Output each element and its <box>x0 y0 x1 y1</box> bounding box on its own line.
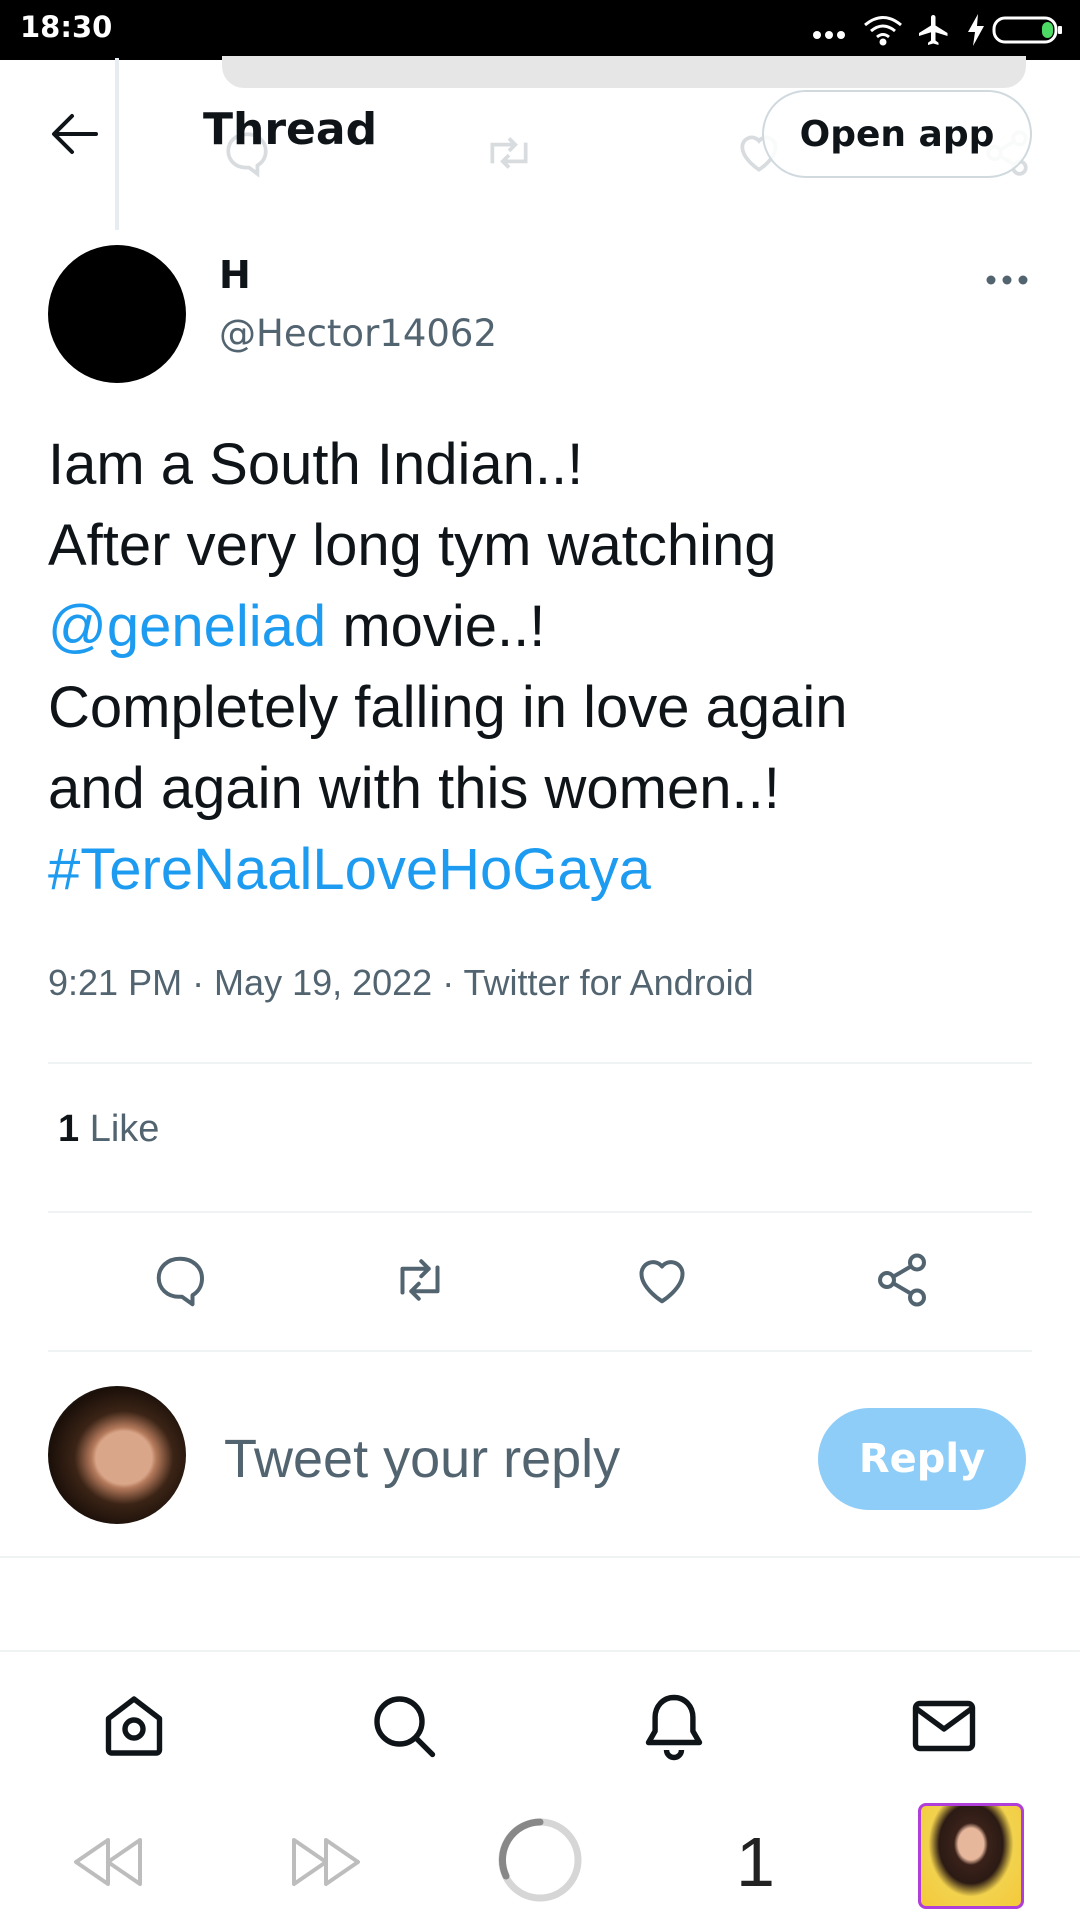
faded-retweet-icon <box>490 137 528 169</box>
tweet-line: Iam a South Indian..! <box>48 432 584 497</box>
search-icon[interactable] <box>368 1690 440 1762</box>
divider <box>48 1211 1032 1213</box>
tweet-text: Iam a South Indian..! After very long ty… <box>48 424 1048 910</box>
page-title: Thread <box>203 104 378 155</box>
arrow-left-icon[interactable] <box>50 112 100 156</box>
home-icon[interactable] <box>98 1690 170 1762</box>
retweet-icon[interactable] <box>390 1250 450 1310</box>
tweet-line: and again with this women..! <box>48 756 780 821</box>
like-count-number: 1 <box>58 1108 80 1150</box>
wifi-icon <box>864 16 902 46</box>
status-time: 18:30 <box>20 10 113 44</box>
more-options-icon[interactable] <box>985 270 1029 290</box>
thread-connector-line <box>115 58 119 230</box>
reply-icon[interactable] <box>150 1250 210 1310</box>
fast-forward-icon[interactable] <box>286 1832 366 1892</box>
rewind-icon[interactable] <box>68 1832 148 1892</box>
reply-input[interactable]: Tweet your reply <box>224 1428 620 1490</box>
tweet-line: @geneliad movie..! <box>48 586 1048 667</box>
airplane-icon <box>919 15 948 45</box>
tab-count[interactable]: 1 <box>736 1822 775 1902</box>
author-avatar[interactable] <box>48 245 186 383</box>
like-icon[interactable] <box>632 1250 692 1310</box>
profile-thumbnail[interactable] <box>918 1803 1024 1909</box>
tweet-timestamp[interactable]: 9:21 PM · May 19, 2022 · Twitter for And… <box>48 962 754 1004</box>
battery-icon <box>992 16 1062 44</box>
previous-tweet-media <box>222 56 1026 88</box>
divider <box>0 1556 1080 1558</box>
tweet-line: Completely falling in love again <box>48 675 848 740</box>
share-icon[interactable] <box>872 1250 932 1310</box>
more-dots-icon <box>813 31 845 39</box>
bottom-nav-border <box>0 1650 1080 1652</box>
divider <box>48 1350 1032 1352</box>
open-app-button[interactable]: Open app <box>762 90 1032 178</box>
messages-icon[interactable] <box>908 1690 980 1762</box>
hashtag-link[interactable]: #TereNaalLoveHoGaya <box>48 829 1048 910</box>
tweet-line-text: movie..! <box>342 594 546 659</box>
reply-button[interactable]: Reply <box>818 1408 1026 1510</box>
mention-link[interactable]: @geneliad <box>48 594 326 659</box>
author-name[interactable]: H <box>219 253 251 297</box>
loading-spinner-icon[interactable] <box>496 1816 584 1904</box>
like-count[interactable]: 1 Like <box>58 1108 159 1151</box>
tweet-line: After very long tym watching <box>48 513 777 578</box>
notifications-icon[interactable] <box>638 1690 710 1762</box>
author-handle[interactable]: @Hector14062 <box>219 312 497 355</box>
status-bar: 18:30 <box>0 0 1080 60</box>
divider <box>48 1062 1032 1064</box>
like-count-label: Like <box>89 1108 160 1150</box>
current-user-avatar[interactable] <box>48 1386 186 1524</box>
charging-bolt-icon <box>968 14 984 46</box>
